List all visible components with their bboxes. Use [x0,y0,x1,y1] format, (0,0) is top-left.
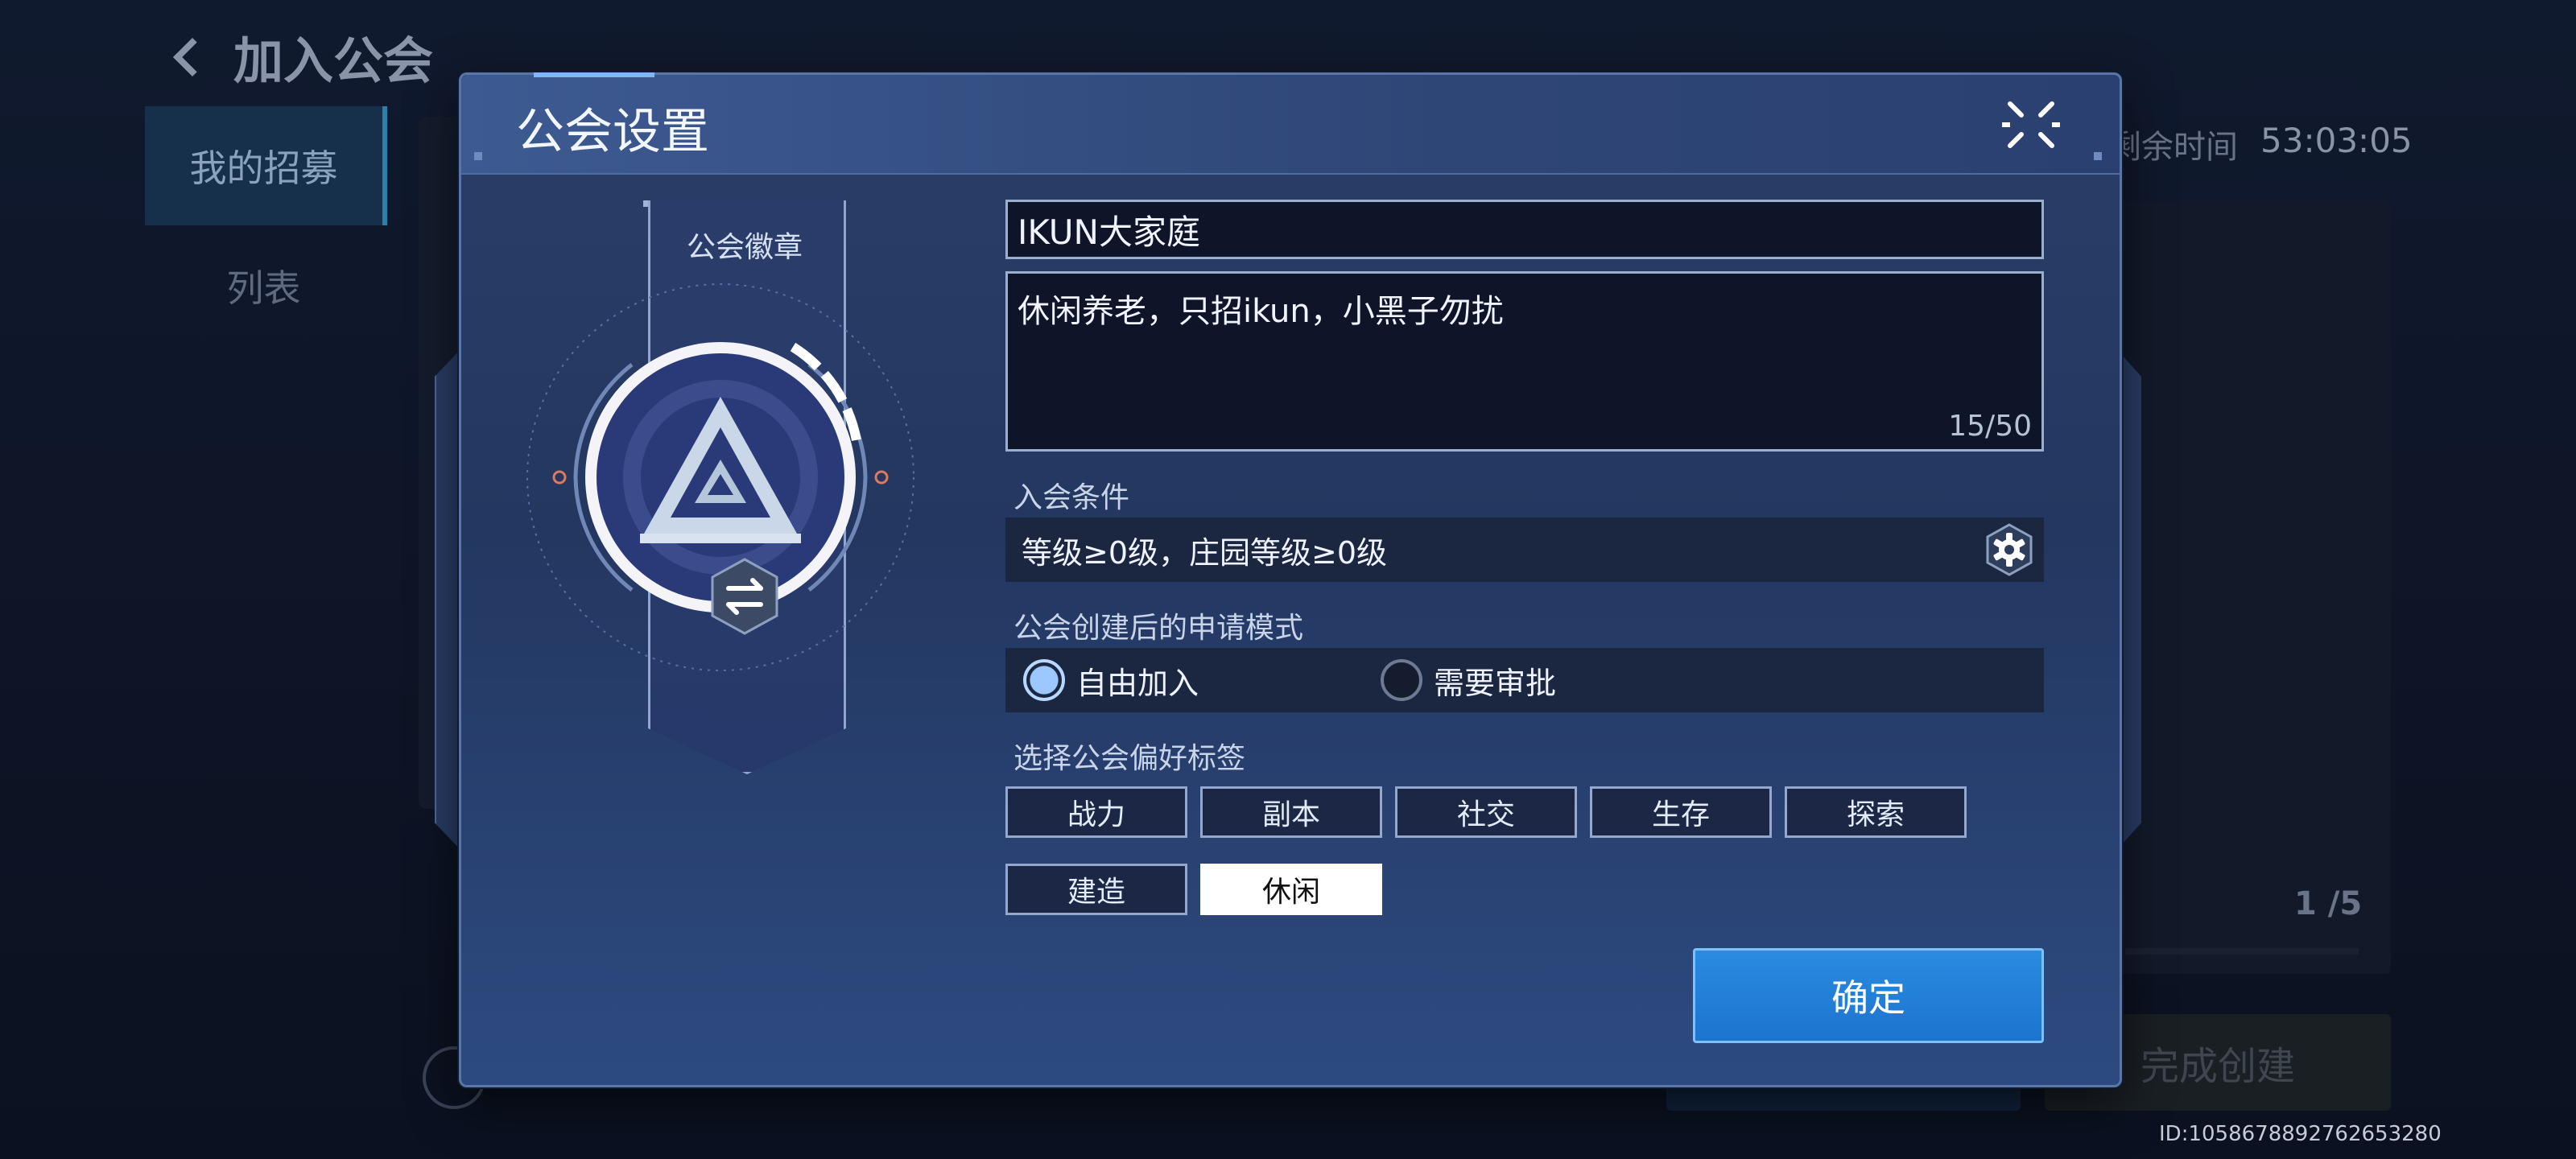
tag-social[interactable]: 社交 [1395,786,1577,838]
tag-combat[interactable]: 战力 [1005,786,1187,838]
tag-dungeon[interactable]: 副本 [1200,786,1382,838]
timer-label: 剩余时间 [2109,129,2238,166]
gear-icon[interactable] [1983,523,2036,576]
radio-unselected-indicator [1381,659,1422,701]
member-count: 1 /5 [2294,885,2363,922]
confirm-button[interactable]: 确定 [1693,948,2044,1043]
dialog-title: 公会设置 [516,104,709,160]
tags-label: 选择公会偏好标签 [1013,742,1246,775]
radio-require-approval-label: 需要审批 [1434,665,1557,701]
guild-description-input[interactable]: 休闲养老，只招ikun，小黑子勿扰 15/50 [1005,271,2044,452]
remaining-time: 剩余时间 53:03:05 [2109,121,2413,167]
join-conditions-value: 等级≥0级，庄园等级≥0级 [1022,534,1388,571]
tag-explore[interactable]: 探索 [1785,786,1967,838]
tab-list[interactable]: 列表 [145,241,382,330]
tab-my-recruitment[interactable]: 我的招募 [145,106,387,225]
radio-selected-indicator [1023,659,1065,701]
background-header: 加入公会 [161,16,433,97]
close-icon[interactable] [1999,93,2063,157]
emblem-label: 公会徽章 [686,231,803,264]
tag-build[interactable]: 建造 [1005,864,1187,915]
timer-value: 53:03:05 [2260,121,2413,160]
guild-name-input[interactable]: IKUN大家庭 [1005,200,2044,259]
dialog-title-bar: 公会设置 [461,72,2120,175]
radio-require-approval[interactable]: 需要审批 [1381,656,1556,704]
swap-icon[interactable] [711,558,778,635]
tag-leisure[interactable]: 休闲 [1200,864,1382,915]
member-progress-bar [2125,948,2359,955]
apply-mode-row: 自由加入 需要审批 [1005,648,2044,712]
tag-survival[interactable]: 生存 [1590,786,1772,838]
description-text: 休闲养老，只招ikun，小黑子勿扰 [1018,293,1504,330]
apply-mode-label: 公会创建后的申请模式 [1013,612,1304,645]
join-conditions-row: 等级≥0级，庄园等级≥0级 [1005,518,2044,582]
join-conditions-label: 入会条件 [1013,481,1130,514]
background-side-panel [2101,201,2391,974]
user-id: ID:1058678892762653280 [2159,1122,2442,1146]
title-accent [534,72,654,77]
back-arrow-icon[interactable] [161,32,209,80]
radio-free-join-label: 自由加入 [1076,665,1199,701]
guild-settings-dialog: 公会设置 公会徽章 IKUN大家庭 休闲养老，只招ikun，小黑子勿扰 15/5… [459,72,2122,1087]
background-title: 加入公会 [233,31,434,90]
corner-decoration [2094,152,2102,160]
radio-free-join[interactable]: 自由加入 [1023,656,1199,704]
corner-decoration [474,152,482,160]
description-counter: 15/50 [1948,410,2032,443]
